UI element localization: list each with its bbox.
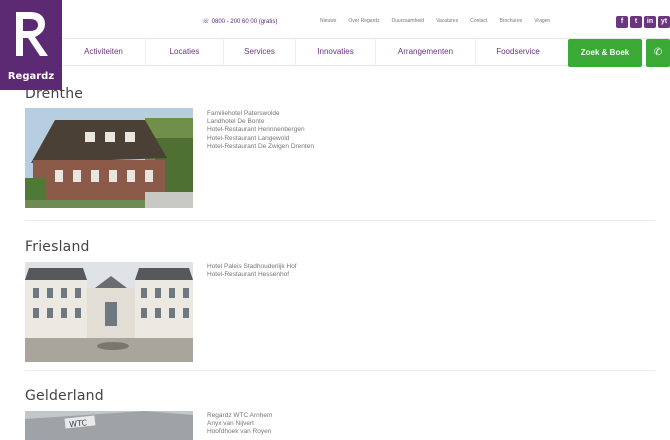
region-photo-friesland[interactable] — [25, 262, 193, 362]
facebook-icon[interactable]: f — [616, 16, 628, 28]
phone-extra-text: (gratis) — [258, 19, 278, 25]
region-photo-drenthe[interactable] — [25, 108, 193, 208]
section-divider — [25, 370, 655, 371]
venue-link[interactable]: Hotel-Restaurant Langewold — [207, 135, 314, 143]
venue-link[interactable]: Hotel-Restaurant Hessenhof — [207, 271, 297, 279]
phone-number[interactable]: ☏ 0800 - 200 60 00 (gratis) — [202, 18, 277, 25]
linkedin-icon[interactable]: in — [644, 16, 656, 28]
youtube-icon[interactable]: yt — [658, 16, 670, 28]
region-title: Friesland — [25, 239, 90, 255]
building-sign-image: WTC — [25, 411, 193, 440]
venue-list: Familiehotel Paterswolde Landhotel De Bo… — [207, 110, 314, 151]
svg-text:WTC: WTC — [69, 418, 88, 429]
venue-link[interactable]: Landhotel De Bonte — [207, 118, 314, 126]
toplink-contact[interactable]: Contact — [470, 18, 487, 24]
regardz-logo[interactable]: Regardz — [0, 0, 62, 90]
nav-activiteiten[interactable]: Activiteiten — [62, 38, 146, 66]
phone-number-text: 0800 - 200 60 00 — [211, 19, 258, 25]
venue-list: Hotel Paleis Stadhouderlijk Hof Hotel-Re… — [207, 263, 297, 279]
call-button[interactable]: ✆ — [646, 39, 670, 67]
region-section-gelderland: Gelderland WTC Regardz WTC Arnhem Anyx v… — [25, 388, 655, 440]
phone-icon: ☏ — [202, 19, 210, 25]
nav-innovaties[interactable]: Innovaties — [296, 38, 376, 66]
venue-list: Regardz WTC Arnhem Anyx van Nijvert Hoof… — [207, 412, 272, 437]
toplink-over-regardz[interactable]: Over Regardz — [348, 18, 379, 24]
zoek-boek-button[interactable]: Zoek & Boek — [568, 39, 642, 67]
twitter-icon[interactable]: t — [630, 16, 642, 28]
brand-name: Regardz — [7, 71, 55, 82]
section-divider — [25, 220, 655, 221]
r-logo-icon — [16, 12, 48, 56]
venue-link[interactable]: Anyx van Nijvert — [207, 420, 272, 428]
toplink-nieuws[interactable]: Nieuws — [320, 18, 336, 24]
venue-link[interactable]: Hotel Paleis Stadhouderlijk Hof — [207, 263, 297, 271]
nav-locaties[interactable]: Locaties — [146, 38, 224, 66]
venue-link[interactable]: Hotel-Restaurant De Zwigen Drenten — [207, 143, 314, 151]
venue-link[interactable]: Hoofdhoek van Royen — [207, 428, 272, 436]
nav-services[interactable]: Services — [224, 38, 296, 66]
region-section-drenthe: Drenthe Familiehotel Paterswolde Landhot… — [25, 86, 655, 211]
region-title: Gelderland — [25, 388, 104, 404]
venue-link[interactable]: Regardz WTC Arnhem — [207, 412, 272, 420]
region-section-friesland: Friesland Hotel Paleis Stadhouderlijk Ho… — [25, 239, 655, 364]
top-links: Nieuws Over Regardz Duurzaamheid Vacatur… — [320, 18, 562, 24]
toplink-duurzaamheid[interactable]: Duurzaamheid — [392, 18, 425, 24]
toplink-brochures[interactable]: Brochures — [499, 18, 522, 24]
phone-icon: ✆ — [653, 47, 663, 58]
toplink-vragen[interactable]: Vragen — [534, 18, 550, 24]
toplink-vacatures[interactable]: Vacatures — [436, 18, 458, 24]
venue-link[interactable]: Hotel-Restaurant Herinnenbergen — [207, 126, 314, 134]
venue-link[interactable]: Familiehotel Paterswolde — [207, 110, 314, 118]
nav-arrangementen[interactable]: Arrangementen — [376, 38, 476, 66]
main-nav: Activiteiten Locaties Services Innovatie… — [62, 38, 670, 67]
farmhouse-image — [25, 108, 193, 208]
region-photo-gelderland[interactable]: WTC — [25, 411, 193, 440]
region-title: Drenthe — [25, 86, 84, 102]
palace-image — [25, 262, 193, 362]
nav-foodservice[interactable]: Foodservice — [476, 38, 560, 66]
top-utility-bar: ☏ 0800 - 200 60 00 (gratis) Nieuws Over … — [62, 0, 670, 40]
social-links: f t in yt — [616, 16, 670, 28]
